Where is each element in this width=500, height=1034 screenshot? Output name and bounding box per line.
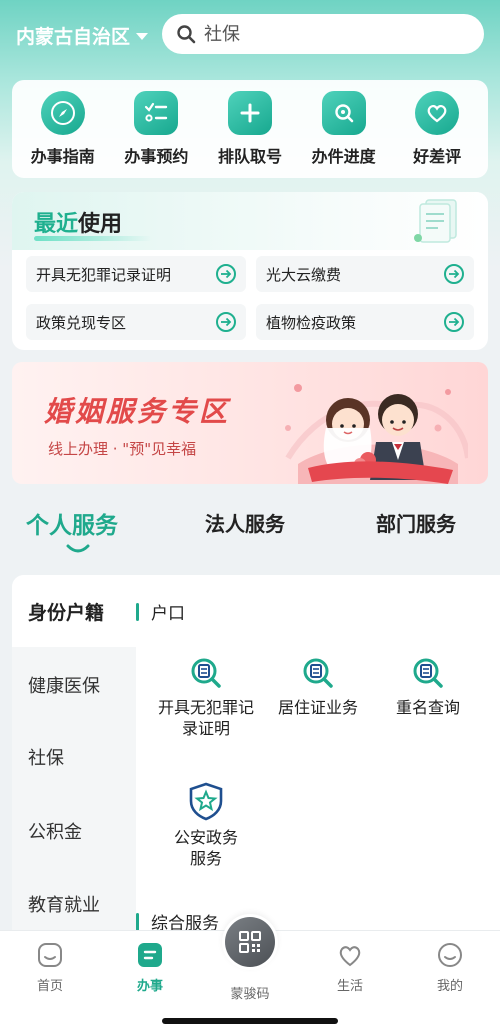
recent-title: 最近使用 — [34, 206, 122, 238]
banner-title: 婚姻服务专区 — [44, 395, 231, 428]
nav-label: 我的 — [436, 979, 463, 994]
region-selector[interactable]: 内蒙古自治区 — [16, 22, 149, 49]
service-tabs: 个人服务 法人服务 部门服务 — [0, 500, 500, 560]
arrow-right-icon — [216, 264, 236, 284]
category-sidebar: 身份户籍 健康医保 社保 公积金 教育就业 — [12, 575, 136, 975]
home-face-icon — [38, 943, 62, 967]
recent-grid: 开具无犯罪记录证明 光大云缴费 政策兑现专区 植物检疫政策 — [26, 256, 474, 340]
recent-item-label: 光大云缴费 — [266, 265, 342, 284]
document-search-icon — [191, 658, 221, 688]
service-name-lookup[interactable]: 重名查询 — [372, 655, 484, 718]
recent-header: 最近使用 — [12, 192, 488, 250]
nav-home[interactable]: 首页 — [10, 941, 90, 994]
recent-title-highlight: 最近 — [34, 212, 79, 237]
heart-icon — [415, 91, 460, 135]
section-title-hukou: 户口 — [136, 599, 185, 624]
recent-item[interactable]: 植物检疫政策 — [256, 304, 474, 340]
quick-action-label: 办事预约 — [124, 147, 189, 166]
sidebar-item-housing-fund[interactable]: 公积金 — [12, 795, 136, 867]
service-label: 重名查询 — [395, 698, 460, 717]
tab-department-service[interactable]: 部门服务 — [376, 508, 456, 537]
sidebar-item-health[interactable]: 健康医保 — [12, 649, 136, 721]
quick-action-rating[interactable]: 好差评 — [391, 91, 483, 167]
search-bar[interactable] — [162, 14, 484, 54]
nav-label: 办事 — [136, 979, 163, 994]
recent-item-label: 植物检疫政策 — [266, 313, 357, 332]
arrow-right-icon — [444, 312, 464, 332]
caret-down-icon — [136, 33, 149, 40]
quick-action-appointment[interactable]: 办事预约 — [110, 91, 202, 167]
compass-icon — [40, 91, 85, 135]
recent-item-label: 开具无犯罪记录证明 — [36, 265, 172, 284]
checklist-icon — [134, 91, 179, 135]
quick-action-guide[interactable]: 办事指南 — [17, 91, 109, 167]
nav-code[interactable]: 蒙骏码 — [210, 983, 290, 1002]
nav-affairs[interactable]: 办事 — [110, 941, 190, 994]
affairs-icon — [138, 943, 162, 967]
search-icon — [177, 25, 196, 44]
service-residence-permit[interactable]: 居住证业务 — [262, 655, 374, 718]
quick-action-label: 好差评 — [413, 147, 462, 166]
document-search-icon — [413, 658, 443, 688]
tab-legal-service[interactable]: 法人服务 — [205, 508, 285, 537]
app-header: 内蒙古自治区 — [0, 14, 500, 58]
quick-action-label: 办件进度 — [311, 147, 376, 166]
search-input[interactable] — [204, 23, 464, 45]
tab-personal-service[interactable]: 个人服务 — [26, 506, 118, 540]
service-public-security[interactable]: 公安政务服务 — [150, 781, 262, 869]
home-indicator — [162, 1018, 338, 1024]
sidebar-item-social-security[interactable]: 社保 — [12, 721, 136, 793]
wedding-couple-illustration — [285, 384, 468, 484]
qr-scan-button[interactable] — [225, 917, 275, 967]
nav-label: 首页 — [36, 979, 63, 994]
profile-face-icon — [438, 943, 462, 967]
quick-action-label: 办事指南 — [30, 147, 95, 166]
service-label: 开具无犯罪记录证明 — [158, 698, 255, 738]
sidebar-item-identity[interactable]: 身份户籍 — [12, 575, 136, 647]
document-illustration-icon — [414, 199, 457, 243]
scan-button-wrap — [222, 914, 278, 970]
nav-mine[interactable]: 我的 — [410, 941, 490, 994]
quick-actions-card: 办事指南 办事预约 排队取号 办件进度 好差评 — [12, 80, 488, 178]
police-shield-icon — [189, 782, 223, 821]
service-label: 居住证业务 — [277, 698, 358, 717]
qr-code-icon — [239, 931, 261, 953]
service-label: 公安政务服务 — [173, 828, 238, 868]
heart-icon — [339, 946, 361, 967]
recent-item[interactable]: 光大云缴费 — [256, 256, 474, 292]
nav-life[interactable]: 生活 — [310, 941, 390, 994]
progress-search-icon — [321, 91, 366, 135]
section-title-label: 户口 — [151, 604, 185, 624]
nav-label: 蒙骏码 — [230, 987, 270, 1002]
quick-action-progress[interactable]: 办件进度 — [298, 91, 390, 167]
region-label: 内蒙古自治区 — [16, 26, 131, 48]
arrow-right-icon — [444, 264, 464, 284]
arrow-right-icon — [216, 312, 236, 332]
title-underline — [34, 236, 152, 241]
nav-label: 生活 — [336, 979, 363, 994]
recent-item-label: 政策兑现专区 — [36, 313, 127, 332]
banner-subtitle: 线上办理 · "预"见幸福 — [48, 440, 197, 458]
queue-ticket-icon — [227, 91, 272, 135]
service-no-criminal-record[interactable]: 开具无犯罪记录证明 — [150, 655, 262, 739]
quick-action-queue[interactable]: 排队取号 — [204, 91, 296, 167]
quick-action-label: 排队取号 — [217, 147, 282, 166]
recent-used-card: 最近使用 开具无犯罪记录证明 光大云缴费 政策兑现专区 植物检疫政策 — [12, 192, 488, 350]
document-search-icon — [303, 658, 333, 688]
marriage-service-banner[interactable]: 婚姻服务专区 线上办理 · "预"见幸福 — [12, 362, 488, 484]
tab-active-indicator — [66, 544, 90, 553]
section-bar — [136, 602, 139, 621]
recent-item[interactable]: 开具无犯罪记录证明 — [26, 256, 246, 292]
service-content: 户口 开具无犯罪记录证明 居住证业务 重名查询 公安政务服务 综合服务 — [136, 575, 500, 975]
section-bar — [136, 912, 139, 931]
recent-title-rest: 使用 — [78, 212, 123, 237]
recent-item[interactable]: 政策兑现专区 — [26, 304, 246, 340]
